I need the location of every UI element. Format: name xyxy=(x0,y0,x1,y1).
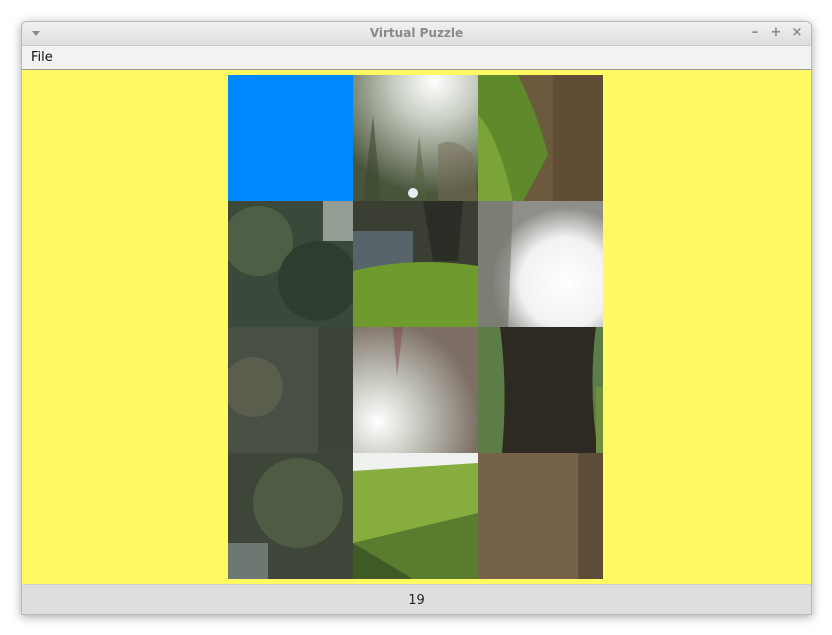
puzzle-tile-sunny-slope[interactable] xyxy=(353,453,478,579)
title-bar[interactable]: Virtual Puzzle – + × xyxy=(22,22,811,46)
puzzle-tile-leaf-litter[interactable] xyxy=(478,453,603,579)
puzzle-tile-trees-over-water[interactable] xyxy=(228,453,353,579)
puzzle-tile-blank[interactable] xyxy=(228,75,353,201)
puzzle-tile-sunlit-trees[interactable] xyxy=(353,75,478,201)
puzzle-tile-bright-sun-glare[interactable] xyxy=(478,201,603,327)
window-title: Virtual Puzzle xyxy=(369,26,464,40)
minimize-button[interactable]: – xyxy=(747,25,763,41)
app-window: Virtual Puzzle – + × File 19 xyxy=(21,21,812,615)
close-button[interactable]: × xyxy=(789,25,805,41)
menu-file[interactable]: File xyxy=(31,50,53,65)
puzzle-tile-dim-foliage[interactable] xyxy=(228,327,353,453)
puzzle-tile-pond-and-lawn[interactable] xyxy=(353,201,478,327)
puzzle-tile-tree-trunk[interactable] xyxy=(478,327,603,453)
status-bar: 19 xyxy=(22,584,811,614)
move-counter: 19 xyxy=(408,593,425,608)
puzzle-tile-grass-and-leaves[interactable] xyxy=(478,75,603,201)
puzzle-grid xyxy=(228,75,603,579)
puzzle-tile-sun-flare-branches[interactable] xyxy=(353,327,478,453)
puzzle-tile-dark-tree-foliage[interactable] xyxy=(228,201,353,327)
maximize-button[interactable]: + xyxy=(768,25,784,41)
puzzle-area xyxy=(22,70,811,584)
menu-bar: File xyxy=(22,46,811,70)
